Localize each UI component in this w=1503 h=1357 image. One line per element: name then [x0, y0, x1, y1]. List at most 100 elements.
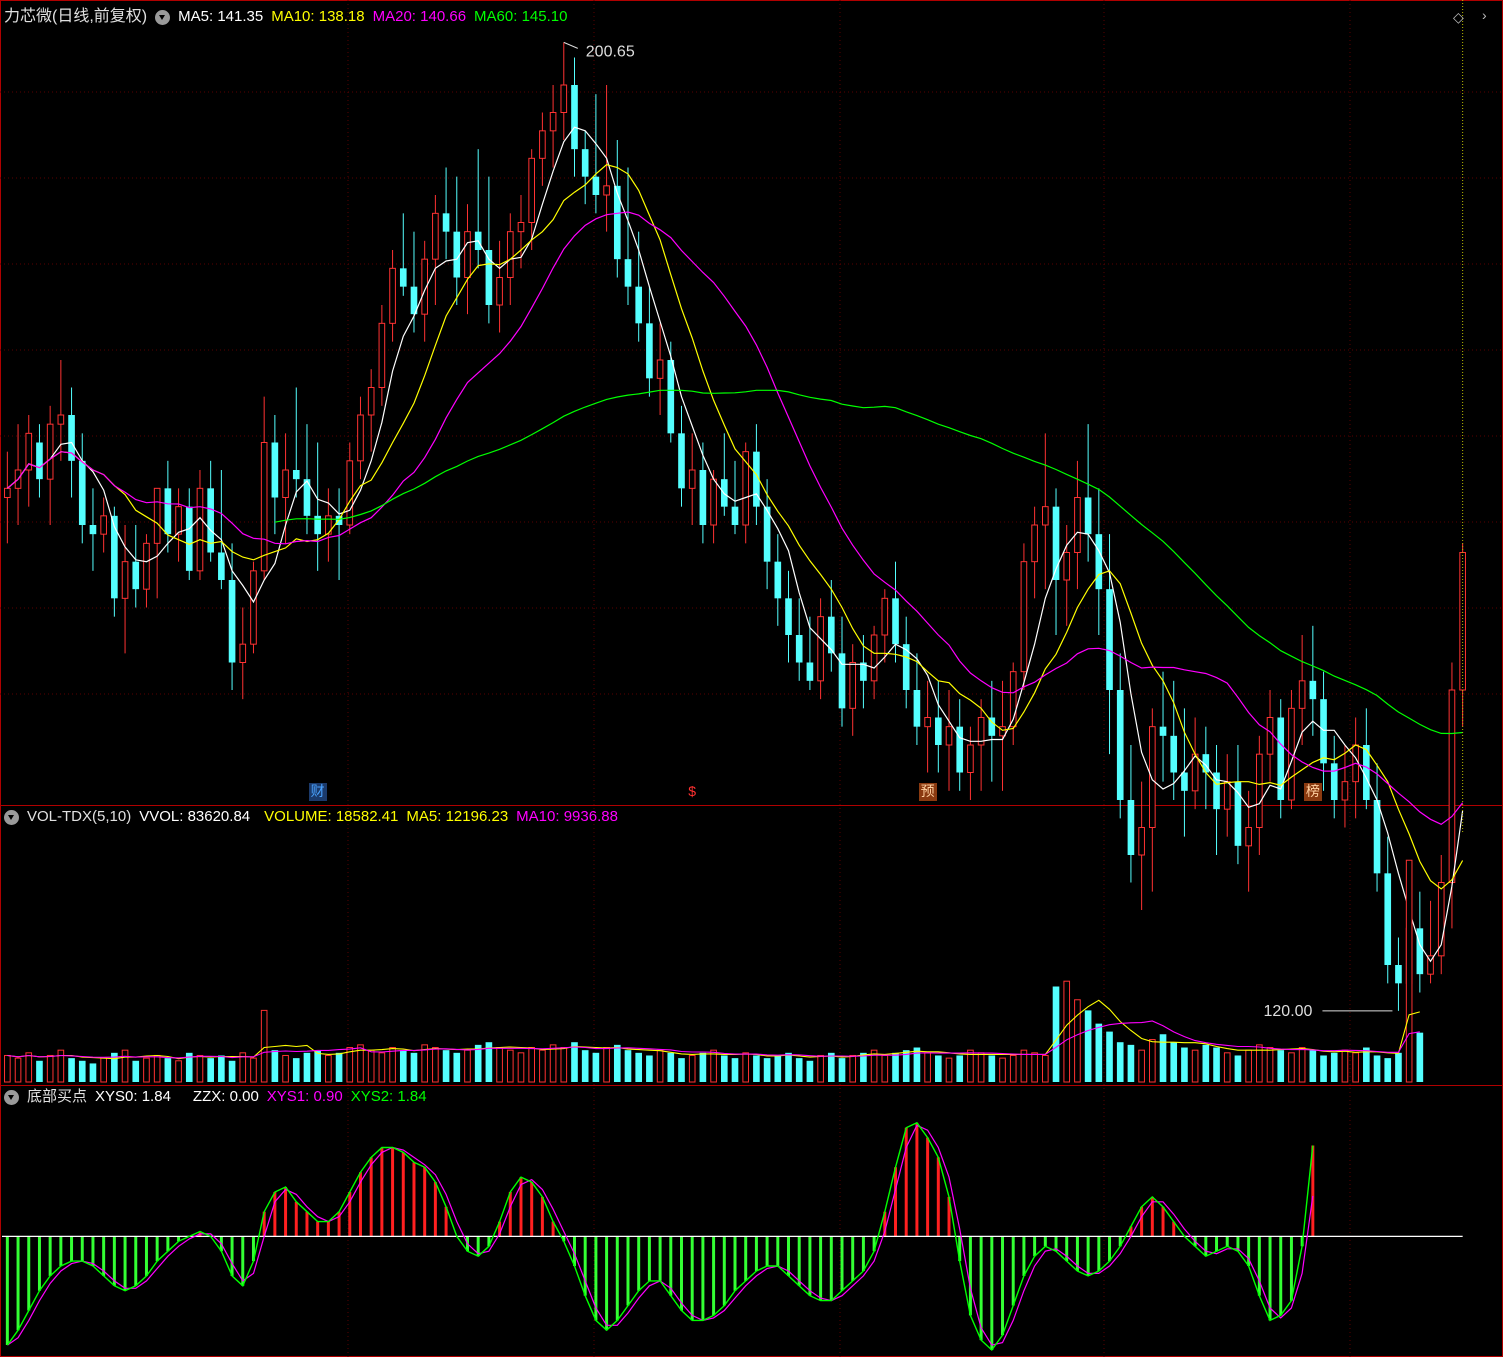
volume-bar [549, 1044, 557, 1083]
volume-bar [260, 1009, 268, 1083]
volume-bar [89, 1063, 97, 1082]
volume-bar [1363, 1047, 1370, 1082]
volume-bar [892, 1052, 899, 1082]
volume-bar [656, 1049, 664, 1083]
event-marker[interactable]: $ [683, 783, 701, 801]
volume-bar [1373, 1055, 1381, 1082]
volume-bar [164, 1058, 172, 1082]
volume-bar [806, 1060, 814, 1082]
candle-body [1213, 772, 1220, 810]
volume-bar [977, 1052, 985, 1083]
candle-body [282, 469, 289, 498]
candle-body [699, 470, 707, 525]
candle-body [367, 387, 375, 416]
volume-bar [121, 1049, 129, 1083]
candle-body [4, 487, 11, 499]
event-marker[interactable]: 预 [918, 783, 937, 801]
volume-bar [1405, 859, 1413, 1083]
candle-body [881, 597, 889, 636]
candle-body [731, 506, 739, 525]
indicator-menu-icon[interactable] [155, 9, 171, 25]
bottom-menu-icon[interactable] [4, 1089, 19, 1105]
volume-bar [849, 1054, 857, 1083]
candle-body [89, 525, 97, 535]
candle-body [817, 616, 824, 682]
volume-bar [988, 1055, 996, 1082]
candle-body [1298, 680, 1306, 709]
candle-body [656, 359, 664, 379]
candle-body [913, 690, 921, 727]
volume-bar [1009, 1054, 1017, 1083]
candle-body [742, 451, 750, 526]
candle-body [1159, 726, 1167, 736]
period-label: (日线,前复权) [52, 8, 148, 25]
candle-body [260, 442, 268, 572]
volume-bar [1384, 1058, 1392, 1082]
vol-ma5-label: MA5: 12196.23 [406, 808, 509, 825]
xys2-label: XYS2: 1.84 [350, 1088, 427, 1105]
volume-bar [410, 1052, 418, 1082]
candle-body [592, 176, 600, 195]
volume-bar [292, 1058, 300, 1082]
volume-bar [1395, 1052, 1402, 1082]
volume-bar [1266, 1047, 1274, 1083]
volume-legend: VOL-TDX(5,10) VVOL: 83620.84 VOLUME: 185… [4, 807, 618, 827]
candle-body [613, 185, 621, 260]
volume-bar [78, 1060, 86, 1082]
diamond-icon[interactable]: ◇ [1453, 9, 1464, 26]
candle-body [1084, 497, 1092, 535]
volume-bar [1149, 1039, 1156, 1083]
ma60-line [274, 389, 1463, 735]
volume-menu-icon[interactable] [4, 809, 19, 825]
candle-body [442, 213, 450, 232]
candle-body [806, 662, 814, 681]
bottom-indicator-name: 底部买点 [27, 1088, 88, 1105]
volume-bar [228, 1060, 236, 1082]
volume-bar [1159, 1034, 1167, 1082]
candle-body [528, 157, 536, 223]
volume-bar [1116, 1042, 1124, 1082]
candle-body [678, 433, 685, 489]
volume-bar [250, 1057, 257, 1083]
volume-bar [592, 1052, 600, 1082]
volume-bar [999, 1057, 1006, 1083]
main-legend: 力芯微 (日线,前复权) MA5: 141.35 MA10: 138.18 MA2… [4, 7, 567, 27]
candle-body [539, 130, 546, 159]
bottom-legend: 底部买点 XYS0: 1.84 ZZX: 0.00 XYS1: 0.90 XYS… [4, 1087, 427, 1107]
volume-bar [68, 1058, 75, 1082]
volume-bar [100, 1057, 107, 1083]
volume-bar [924, 1052, 931, 1083]
volume-bar [795, 1058, 803, 1082]
chevron-icon[interactable]: › [1482, 7, 1487, 23]
volume-bar [46, 1054, 54, 1083]
candle-body [1074, 497, 1081, 553]
chart-frame [0, 0, 1503, 1357]
volume-bar [271, 1050, 279, 1082]
candle-body [68, 415, 75, 461]
volume-bar [635, 1052, 643, 1082]
event-marker[interactable]: 榜 [1303, 783, 1322, 801]
volume-bar [710, 1049, 717, 1083]
stock-chart[interactable]: 200.65 120.00 [0, 0, 1503, 1357]
volume-bar [1084, 1010, 1092, 1082]
vvol-label: VVOL: 83620.84 [139, 808, 251, 825]
volume-bar [1095, 1023, 1103, 1082]
volume-bar [399, 1050, 407, 1082]
candle-body [100, 515, 107, 535]
volume-bar [688, 1054, 696, 1083]
volume-bar [303, 1052, 311, 1082]
volume-bar [838, 1058, 846, 1082]
volume-bar [464, 1049, 471, 1083]
candle-body [688, 469, 696, 489]
volume-bar [153, 1054, 161, 1083]
volume-bar [1277, 1050, 1285, 1082]
candle-body [1330, 763, 1338, 800]
volume-bar [1320, 1055, 1327, 1082]
volume-bar [613, 1044, 621, 1082]
volume-bar [517, 1052, 525, 1083]
candle-body [1309, 680, 1317, 700]
event-marker[interactable]: 财 [308, 783, 327, 801]
zzx-label: ZZX: 0.00 [192, 1088, 259, 1105]
volume-bar [956, 1055, 964, 1082]
volume-bar [1309, 1050, 1317, 1082]
